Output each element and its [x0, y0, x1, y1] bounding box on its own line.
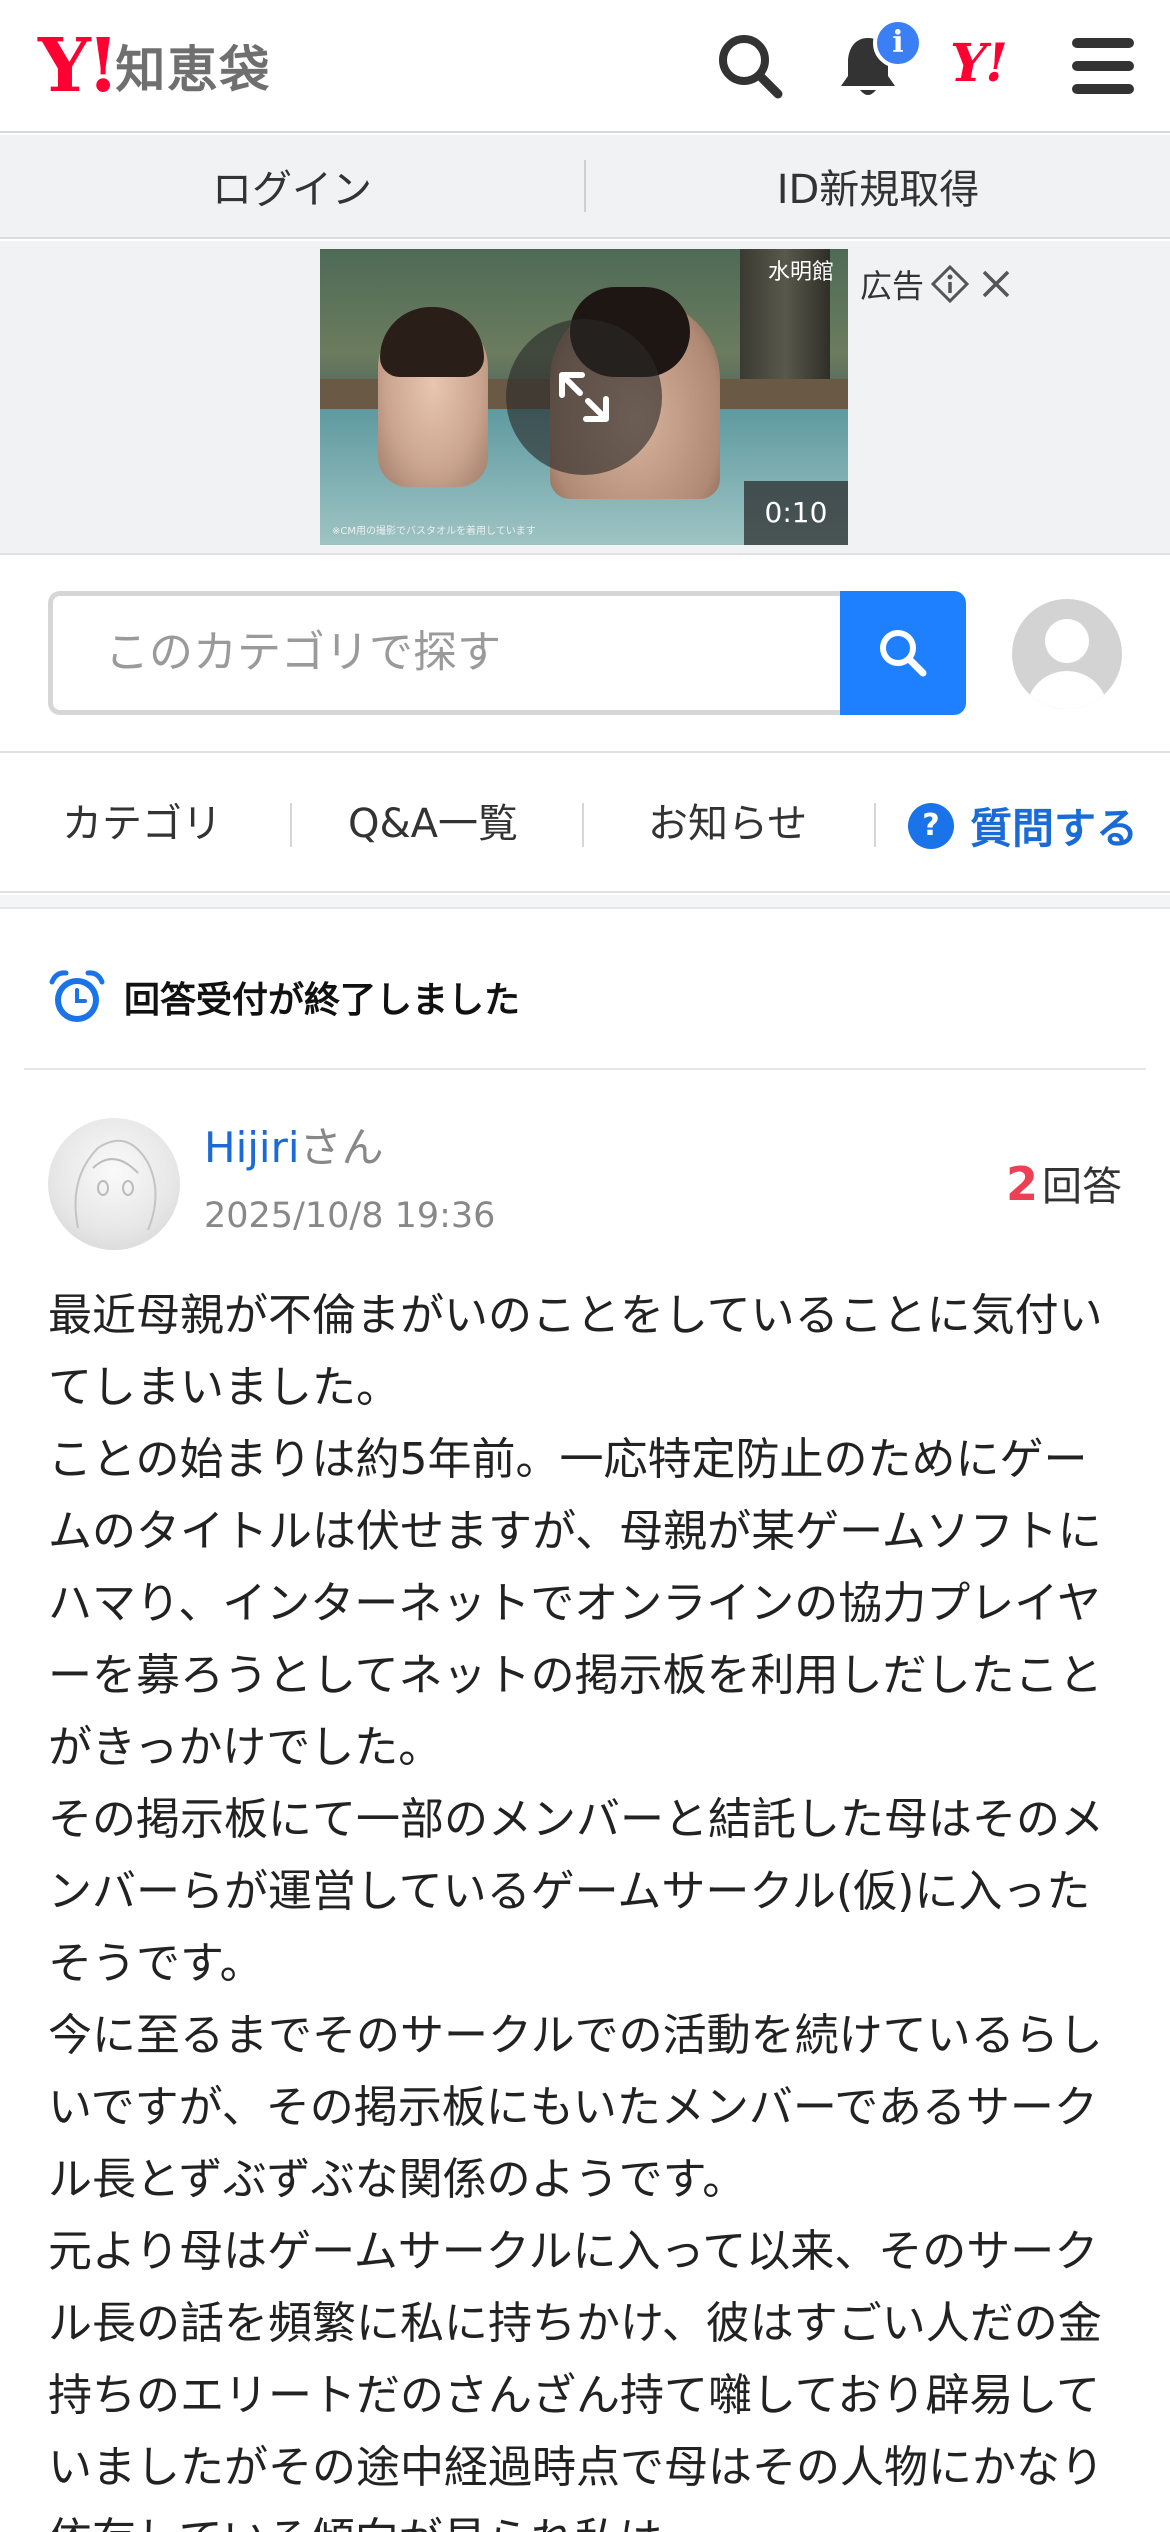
answer-count-number: 2 — [1005, 1157, 1038, 1211]
search-icon[interactable] — [714, 30, 786, 102]
question-body: 最近母親が不倫まがいのことをしていることに気付いてしまいました。 ことの始まりは… — [48, 1290, 1104, 2532]
yahoo-logo-icon[interactable]: Y! — [950, 38, 1008, 90]
tab-divider — [290, 803, 292, 847]
register-link[interactable]: ID新規取得 — [586, 157, 1170, 215]
yahoo-chiebukuro-logo[interactable]: Y! 知恵袋 — [38, 28, 271, 104]
search-button-icon — [880, 630, 927, 677]
ad-label-text: 広告 — [860, 267, 925, 305]
ad-duration: 0:10 — [744, 481, 848, 545]
ad-area: 水明館 ※CM用の撮影でバスタオルを着用しています 0:10 広告 — [0, 241, 1170, 553]
expand-icon[interactable] — [506, 319, 662, 475]
ad-brand: 水明館 — [767, 260, 834, 285]
ad-video-person-hair — [380, 307, 484, 377]
section-gap — [0, 895, 1170, 909]
alarm-clock-icon — [49, 970, 105, 1022]
questioner-avatar[interactable] — [48, 1118, 180, 1250]
ad-label: 広告 — [860, 261, 1014, 307]
divider — [24, 1068, 1146, 1070]
question-icon: ? — [908, 802, 954, 849]
ad-video[interactable]: 水明館 ※CM用の撮影でバスタオルを着用しています 0:10 — [320, 249, 848, 545]
tab-divider — [874, 803, 876, 847]
answer-count-label: 回答 — [1042, 1164, 1122, 1210]
search-button[interactable] — [840, 591, 966, 715]
tab-qa-list[interactable]: Q&A一覧 — [348, 797, 518, 851]
nav-tabs: カテゴリ Q&A一覧 お知らせ ? 質問する — [0, 755, 1170, 893]
login-bar: ログイン ID新規取得 — [0, 135, 1170, 239]
ask-question-label: 質問する — [970, 804, 1139, 853]
ad-caption: ※CM用の撮影でバスタオルを着用しています — [332, 526, 536, 537]
logo-text: 知恵袋 — [115, 41, 272, 99]
ad-close-icon[interactable] — [978, 266, 1014, 302]
menu-icon[interactable] — [1072, 38, 1134, 94]
app-header: Y! 知恵袋 i Y! — [0, 0, 1170, 133]
questioner-name-text[interactable]: Hijiri — [204, 1123, 300, 1172]
logo-mark: Y! — [38, 23, 119, 109]
ask-question-button[interactable]: ? 質問する — [908, 795, 1138, 856]
user-avatar-icon[interactable] — [1012, 599, 1122, 709]
tab-divider — [582, 803, 584, 847]
search-row: このカテゴリで探す — [0, 553, 1170, 753]
answer-closed-text: 回答受付が終了しました — [124, 980, 521, 1021]
answer-closed-notice: 回答受付が終了しました — [48, 968, 520, 1026]
question-date: 2025/10/8 19:36 — [204, 1196, 496, 1236]
avatar-illustration — [74, 1139, 157, 1231]
tab-news[interactable]: お知らせ — [648, 797, 807, 851]
questioner-name[interactable]: Hijiriさん — [204, 1118, 384, 1178]
ad-info-icon[interactable] — [930, 264, 970, 304]
questioner-suffix: さん — [299, 1123, 384, 1172]
login-link[interactable]: ログイン — [0, 157, 584, 215]
search-input[interactable]: このカテゴリで探す — [48, 591, 840, 715]
tab-category[interactable]: カテゴリ — [62, 797, 222, 851]
notification-badge[interactable]: i — [873, 18, 923, 68]
answer-count[interactable]: 2 回答 — [1006, 1154, 1122, 1212]
